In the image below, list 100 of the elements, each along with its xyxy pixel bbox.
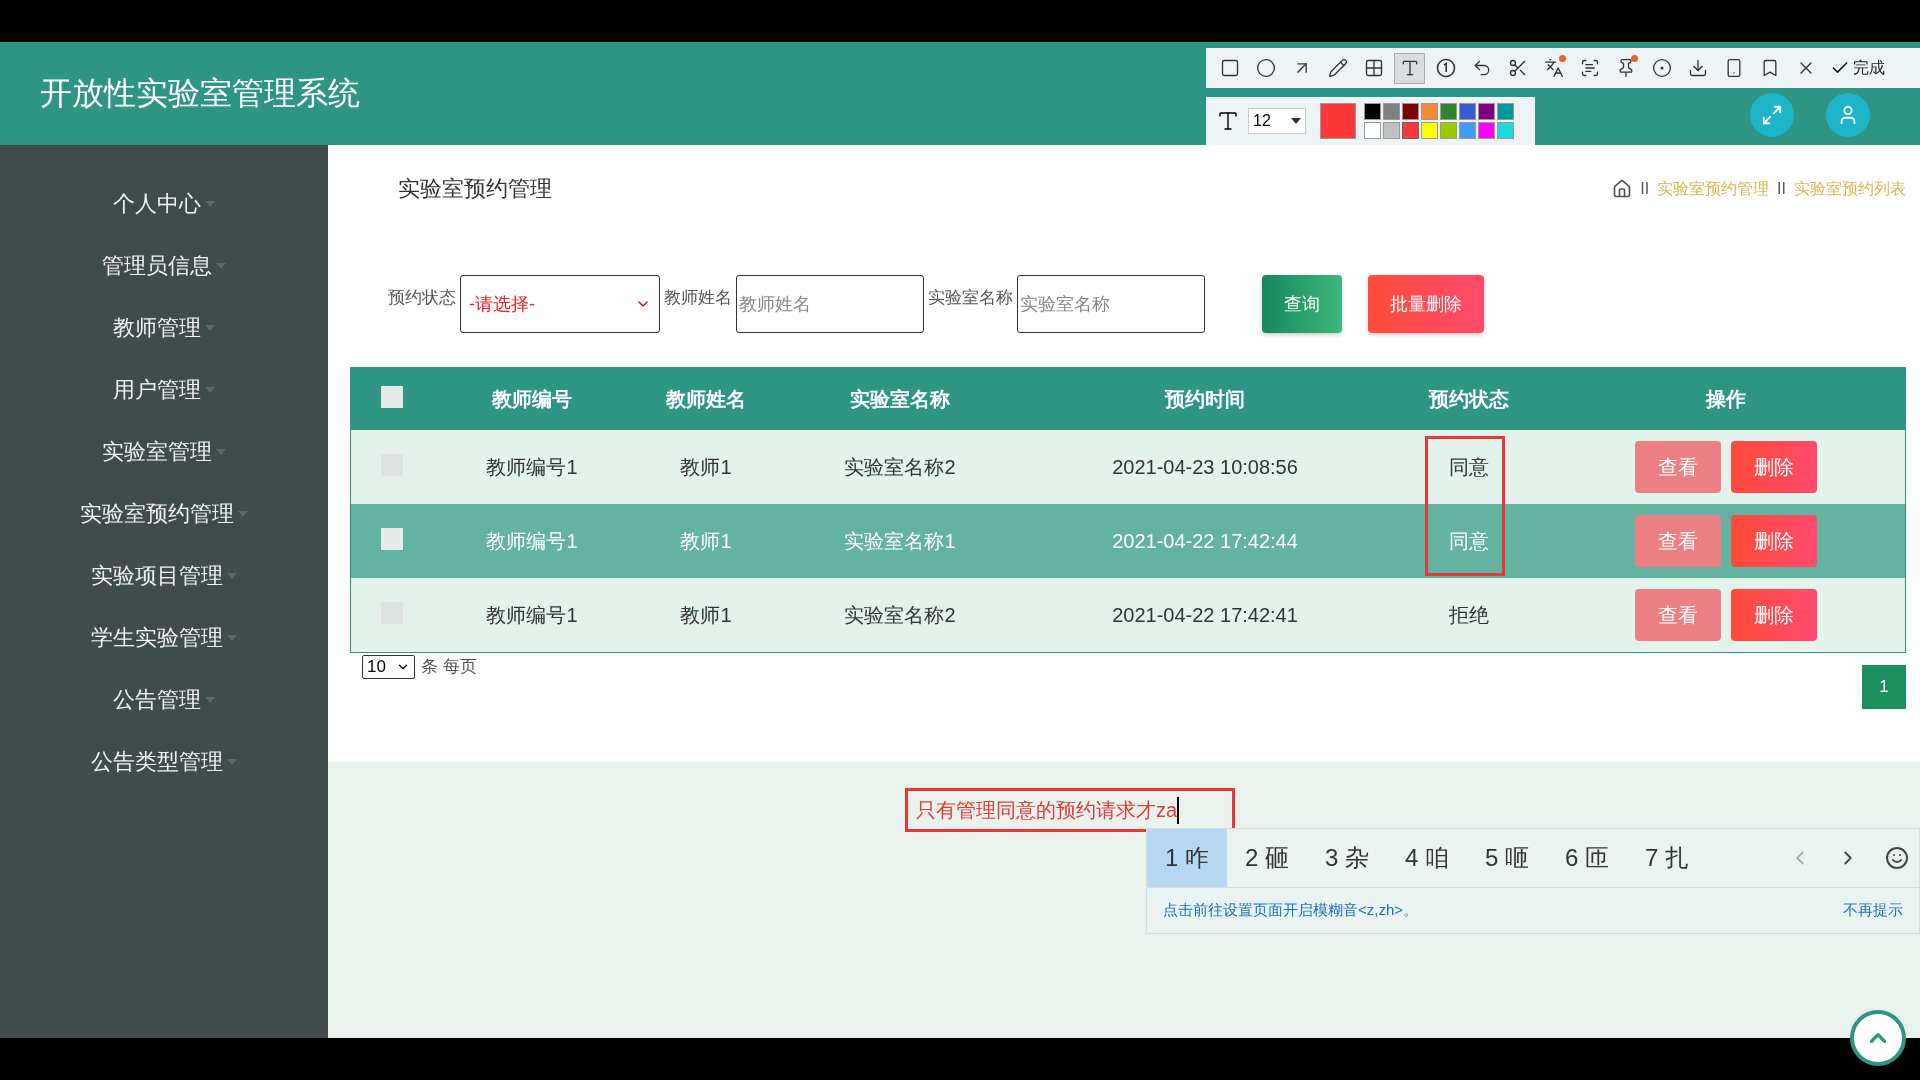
home-icon[interactable]	[1612, 179, 1633, 199]
sidebar-item[interactable]: 实验项目管理	[91, 561, 223, 591]
ime-candidate[interactable]: 4 咱	[1387, 829, 1468, 887]
sidebar-item[interactable]: 管理员信息	[102, 251, 212, 281]
font-size-select[interactable]: 12	[1248, 108, 1306, 134]
sidebar-item[interactable]: 公告管理	[113, 685, 201, 715]
pencil-icon	[1327, 58, 1348, 78]
column-header: 操作	[1547, 368, 1905, 430]
expand-icon	[1761, 104, 1783, 126]
caret-icon	[238, 511, 248, 517]
caret-icon	[1291, 118, 1301, 124]
lab-name-field[interactable]: 实验室名称	[1017, 275, 1205, 333]
page-size-label: 条 每页	[420, 656, 477, 678]
emoji-icon[interactable]	[1885, 846, 1909, 870]
table-row[interactable]: 教师编号1 教师1 实验室名称2 2021-04-22 17:42:41 拒绝 查看 删除	[351, 578, 1905, 652]
filter-label: 预约状态	[388, 286, 456, 309]
sidebar-item[interactable]: 学生实验管理	[91, 623, 223, 653]
color-swatch[interactable]	[1383, 103, 1400, 120]
numbered-circle-icon	[1435, 58, 1456, 78]
table-cell: 同意	[1449, 455, 1489, 478]
color-swatch[interactable]	[1478, 103, 1495, 120]
color-swatch[interactable]	[1459, 103, 1476, 120]
filter-label: 实验室名称	[928, 286, 1013, 309]
table-cell: 2021-04-22 17:42:41	[1112, 603, 1298, 626]
caret-icon	[227, 759, 237, 765]
page-button[interactable]: 1	[1862, 665, 1906, 709]
teacher-name-field[interactable]: 教师姓名	[736, 275, 924, 333]
color-swatch[interactable]	[1478, 122, 1495, 139]
table-row[interactable]: 教师编号1 教师1 实验室名称2 2021-04-23 10:08:56 同意 查看 删除	[351, 430, 1905, 504]
scissors-icon	[1507, 58, 1528, 78]
record-icon	[1651, 58, 1672, 78]
column-header: 实验室名称	[781, 368, 1019, 430]
caret-icon	[216, 263, 226, 269]
dismiss-link[interactable]: 不再提示	[1843, 901, 1903, 920]
sidebar-item[interactable]: 实验室预约管理	[80, 499, 234, 529]
user-button[interactable]	[1826, 93, 1870, 137]
table-cell: 实验室名称1	[844, 529, 956, 552]
rectangle-icon	[1219, 58, 1240, 78]
app-title: 开放性实验室管理系统	[40, 73, 360, 113]
page-size-select[interactable]: 10	[362, 655, 415, 679]
status-select[interactable]: -请选择-	[460, 275, 660, 333]
sidebar-item[interactable]: 用户管理	[113, 375, 201, 405]
color-swatch[interactable]	[1402, 103, 1419, 120]
table-cell: 2021-04-23 10:08:56	[1112, 455, 1298, 478]
translate-icon	[1543, 58, 1564, 78]
sidebar-item[interactable]: 个人中心	[113, 189, 201, 219]
sidebar-item[interactable]: 教师管理	[113, 313, 201, 343]
color-swatch[interactable]	[1497, 122, 1514, 139]
text-scan-icon	[1579, 58, 1600, 78]
mosaic-icon	[1363, 58, 1384, 78]
sidebar-item[interactable]: 公告类型管理	[91, 747, 223, 777]
ime-candidate[interactable]: 6 匝	[1547, 829, 1628, 887]
color-swatch[interactable]	[1364, 122, 1381, 139]
color-swatch[interactable]	[1440, 103, 1457, 120]
color-swatch[interactable]	[1497, 103, 1514, 120]
current-color-swatch[interactable]	[1320, 103, 1356, 139]
ime-candidate[interactable]: 7 扎	[1627, 829, 1708, 887]
caret-icon	[205, 201, 215, 207]
font-icon	[1216, 109, 1240, 133]
table-cell: 教师编号1	[486, 603, 578, 626]
annotation-text: 只有管理同意的预约请求才za	[916, 796, 1180, 824]
notification-dot	[1559, 54, 1566, 62]
caret-icon	[205, 697, 215, 703]
color-swatch[interactable]	[1421, 103, 1438, 120]
table-cell: 教师1	[680, 455, 732, 478]
caret-icon	[205, 325, 215, 331]
breadcrumb-separator: II	[1640, 180, 1650, 198]
column-header: 教师编号	[433, 368, 631, 430]
done-button[interactable]: 完成	[1826, 57, 1889, 79]
caret-icon	[227, 635, 237, 641]
scroll-top-button[interactable]	[1850, 1010, 1906, 1066]
ime-candidate[interactable]: 5 咂	[1467, 829, 1548, 887]
breadcrumb-separator: II	[1777, 180, 1786, 198]
filter-label: 教师姓名	[664, 286, 732, 309]
ime-candidate[interactable]: 2 砸	[1227, 829, 1308, 887]
color-swatch[interactable]	[1383, 122, 1400, 139]
download-icon	[1687, 58, 1708, 78]
fullscreen-button[interactable]	[1750, 93, 1794, 137]
table-cell: 实验室名称2	[844, 455, 956, 478]
circle-icon	[1255, 58, 1276, 78]
sidebar-item[interactable]: 实验室管理	[102, 437, 212, 467]
table-cell: 教师编号1	[486, 529, 578, 552]
table-cell: 教师编号1	[486, 455, 578, 478]
ime-candidate[interactable]: 3 杂	[1307, 829, 1388, 887]
column-header: 预约状态	[1391, 368, 1547, 430]
color-swatch[interactable]	[1364, 103, 1381, 120]
color-swatch[interactable]	[1421, 122, 1438, 139]
row-checkbox[interactable]	[381, 527, 403, 550]
color-swatch[interactable]	[1402, 122, 1419, 139]
color-swatch[interactable]	[1459, 122, 1476, 139]
select-all-checkbox[interactable]	[381, 385, 403, 408]
search-button[interactable]: 查询	[1262, 275, 1342, 333]
table-cell: 同意	[1449, 529, 1489, 552]
ime-hint[interactable]: 点击前往设置页面开启模糊音<z,zh>。	[1163, 901, 1419, 920]
notification-dot	[1631, 54, 1638, 62]
color-swatch[interactable]	[1440, 122, 1457, 139]
ime-candidate[interactable]: 1 咋	[1147, 829, 1227, 887]
caret-icon	[227, 573, 237, 579]
toolbar-button[interactable]	[1394, 52, 1425, 84]
column-header: 教师姓名	[631, 368, 781, 430]
